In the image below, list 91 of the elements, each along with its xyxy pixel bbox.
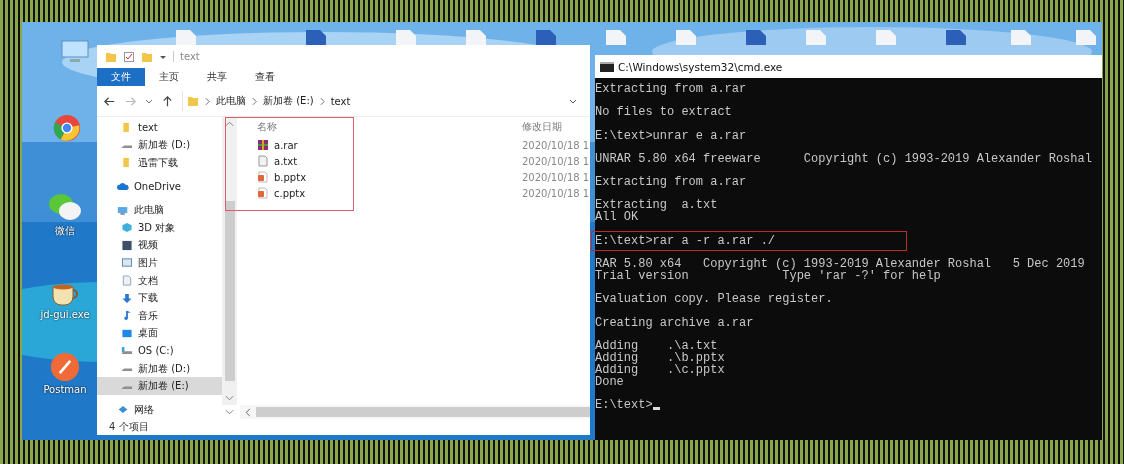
music-note-icon bbox=[121, 310, 133, 322]
picture-icon bbox=[121, 257, 133, 269]
window-title: text bbox=[173, 51, 200, 62]
address-bar[interactable]: 此电脑 新加卷 (E:) text bbox=[182, 91, 584, 111]
nav-item[interactable]: 桌面 bbox=[97, 324, 222, 343]
console-line: Creating archive a.rar bbox=[595, 316, 754, 329]
file-date: 2020/10/18 1 bbox=[522, 187, 590, 199]
desktop-icon-label: jd-gui.exe bbox=[40, 309, 90, 320]
console-line: Trial version Type 'rar -?' for help bbox=[595, 270, 941, 283]
document-icon bbox=[121, 275, 133, 287]
folder-icon[interactable] bbox=[141, 50, 153, 63]
nav-item[interactable]: 音乐 bbox=[97, 306, 222, 325]
presentation-file-icon bbox=[257, 171, 269, 183]
file-name[interactable]: a.txt bbox=[257, 155, 522, 167]
chevron-down-icon[interactable] bbox=[145, 97, 153, 105]
console-line: UNRAR 5.80 x64 freeware Copyright (c) 1993-2019 Alexander Roshal bbox=[595, 152, 1092, 165]
desktop-icon bbox=[121, 327, 133, 339]
folder-icon bbox=[187, 95, 199, 107]
horizontal-scrollbar[interactable] bbox=[240, 405, 590, 419]
checklist-icon[interactable] bbox=[123, 50, 135, 63]
console-line: Done bbox=[595, 375, 624, 388]
nav-item[interactable]: text bbox=[97, 119, 222, 137]
nav-item[interactable]: 视频 bbox=[97, 236, 222, 255]
file-date: 2020/10/18 1 bbox=[522, 139, 590, 151]
console-line: Extracting a.txt bbox=[595, 199, 718, 212]
cloud-icon bbox=[117, 181, 129, 193]
breadcrumb-item[interactable]: 新加卷 (E:) bbox=[263, 94, 314, 108]
window-title: C:\Windows\system32\cmd.exe bbox=[618, 60, 783, 73]
column-header[interactable]: 名称 bbox=[257, 120, 522, 134]
desktop-icon-label: Postman bbox=[43, 384, 87, 395]
nav-item[interactable]: OneDrive bbox=[97, 177, 222, 196]
nav-item[interactable]: 新加卷 (D:) bbox=[97, 136, 222, 155]
scrollbar[interactable] bbox=[222, 117, 237, 405]
scrollbar-thumb[interactable] bbox=[224, 201, 235, 381]
file-name[interactable]: b.pptx bbox=[257, 171, 522, 183]
scroll-up-icon[interactable] bbox=[225, 121, 234, 127]
archive-icon bbox=[257, 139, 269, 151]
console-icon bbox=[600, 61, 614, 72]
chevron-right-icon bbox=[205, 96, 210, 106]
breadcrumb-item[interactable]: 此电脑 bbox=[216, 94, 246, 108]
console-line: Extracting from a.rar bbox=[595, 176, 747, 189]
console-line: E:\text>unrar e a.rar bbox=[595, 129, 747, 142]
file-name[interactable]: a.rar bbox=[257, 139, 522, 151]
folder-icon[interactable] bbox=[105, 50, 117, 63]
file-date: 2020/10/18 1 bbox=[522, 171, 590, 183]
up-arrow-icon[interactable] bbox=[161, 94, 174, 108]
console-line: Evaluation copy. Please register. bbox=[595, 293, 833, 306]
console-line: RAR 5.80 x64 Copyright (c) 1993-2019 Alexander Roshal 5 Dec 2019 bbox=[595, 258, 1085, 271]
scroll-left-icon[interactable] bbox=[245, 407, 251, 417]
nav-item[interactable]: 图片 bbox=[97, 254, 222, 272]
desktop-icon-label: 微信 bbox=[55, 224, 75, 238]
nav-item[interactable]: 网络 bbox=[97, 400, 222, 419]
file-date: 2020/10/18 1 bbox=[522, 155, 590, 167]
app-icon[interactable] bbox=[48, 352, 82, 382]
console-line: Extracting from a.rar bbox=[595, 83, 747, 95]
console-line: Adding .\b.pptx bbox=[595, 351, 725, 364]
nav-item[interactable]: 下载 bbox=[97, 289, 222, 307]
scrollbar-thumb[interactable] bbox=[256, 407, 590, 417]
ribbon-tab[interactable]: 文件 bbox=[97, 68, 145, 86]
nav-item[interactable]: 新加卷 (E:) bbox=[97, 377, 222, 395]
ribbon-tab[interactable]: 主页 bbox=[145, 68, 193, 86]
network-icon bbox=[117, 404, 129, 416]
console-line: Adding .\c.pptx bbox=[595, 363, 725, 376]
console-line: All OK bbox=[595, 211, 639, 224]
download-arrow-icon bbox=[121, 292, 133, 304]
nav-item[interactable]: 此电脑 bbox=[97, 201, 222, 219]
nav-item[interactable]: 新加卷 (D:) bbox=[97, 359, 222, 378]
browser-icon[interactable] bbox=[52, 114, 82, 142]
breadcrumb-item[interactable]: text bbox=[330, 95, 351, 107]
computer-icon bbox=[117, 204, 129, 216]
film-icon bbox=[121, 239, 133, 251]
status-text: 4 个项目 bbox=[108, 420, 150, 434]
chevron-right-icon bbox=[252, 96, 257, 106]
nav-item[interactable]: OS (C:) bbox=[97, 342, 222, 360]
console-line: No files to extract bbox=[595, 106, 732, 119]
drive-icon bbox=[121, 345, 133, 357]
chat-icon[interactable] bbox=[48, 192, 82, 222]
ribbon-tab[interactable]: 查看 bbox=[241, 68, 289, 86]
presentation-file-icon bbox=[257, 187, 269, 199]
console-prompt: E:\text> bbox=[595, 399, 653, 412]
console-line: Adding .\a.txt bbox=[595, 339, 718, 352]
text-file-icon bbox=[257, 155, 269, 167]
nav-item[interactable]: 文档 bbox=[97, 271, 222, 290]
text-cursor bbox=[652, 407, 660, 411]
nav-item[interactable]: 迅雷下载 bbox=[97, 154, 222, 172]
column-header[interactable]: 修改日期 bbox=[522, 120, 562, 134]
cube-icon bbox=[121, 222, 133, 234]
nav-item[interactable]: 3D 对象 bbox=[97, 218, 222, 237]
ribbon-tab[interactable]: 共享 bbox=[193, 68, 241, 86]
chevron-right-icon bbox=[319, 96, 325, 106]
file-name[interactable]: c.pptx bbox=[257, 187, 522, 199]
